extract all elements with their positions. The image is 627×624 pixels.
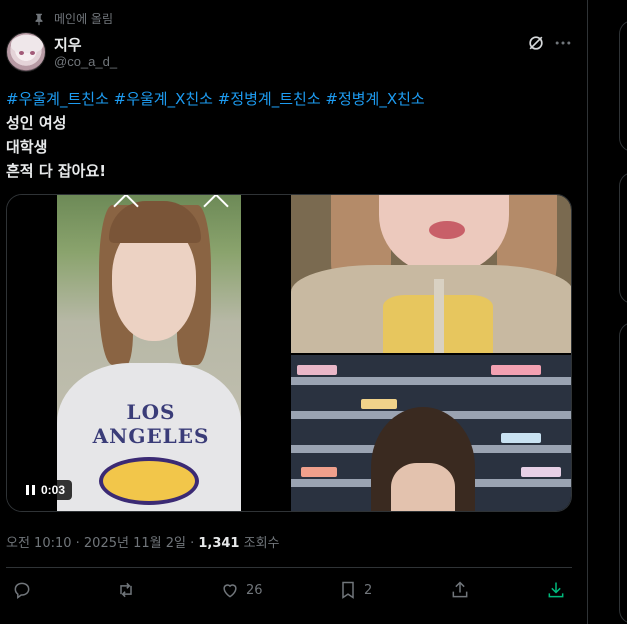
post-line-2: 대학생 <box>6 138 48 156</box>
like-button[interactable]: 26 <box>220 580 263 600</box>
download-button[interactable] <box>546 580 566 600</box>
video-duration: 0:03 <box>41 483 66 497</box>
hoodie-print: LOS ANGELES <box>92 400 210 448</box>
heart-icon[interactable] <box>220 580 240 600</box>
reply-icon[interactable] <box>12 580 32 600</box>
view-count: 1,341 <box>198 536 240 551</box>
sidebar-card[interactable] <box>619 172 627 304</box>
action-bar: 26 2 <box>0 580 588 604</box>
post-line-1: 성인 여성 <box>6 114 67 132</box>
pinned-indicator: 메인에 올림 <box>32 10 113 27</box>
author-handle[interactable]: @co_a_d_ <box>54 54 117 69</box>
like-count: 26 <box>246 582 263 598</box>
sidebar-card[interactable] <box>619 322 627 624</box>
post-line-3: 흔적 다 잡아요! <box>6 162 107 180</box>
pinned-label: 메인에 올림 <box>54 12 114 26</box>
reply-button[interactable] <box>12 580 38 600</box>
avatar[interactable] <box>6 32 46 72</box>
repost-button[interactable] <box>116 580 142 600</box>
post-timestamp[interactable]: 오전 10:10 · 2025년 11월 2일 · <box>6 536 198 551</box>
bookmark-count: 2 <box>364 582 373 598</box>
video-tile[interactable]: LOS ANGELES 0:03 <box>7 195 289 511</box>
media-grid[interactable]: LOS ANGELES 0:03 <box>6 194 572 512</box>
sidebar-card[interactable] <box>619 20 627 152</box>
pause-icon[interactable] <box>26 485 35 495</box>
divider <box>6 567 572 568</box>
video-duration-badge[interactable]: 0:03 <box>19 480 73 500</box>
right-sidebar <box>589 0 627 624</box>
video-frame: LOS ANGELES <box>57 195 241 511</box>
more-options-icon[interactable] <box>553 33 573 53</box>
pin-icon <box>35 13 43 25</box>
post-column: 메인에 올림 지우 @co_a_d_ #우울계_트친소 #우울계_X친소 #정병… <box>0 0 588 624</box>
repost-icon[interactable] <box>116 580 136 600</box>
download-icon[interactable] <box>546 580 566 600</box>
share-icon[interactable] <box>450 580 470 600</box>
bookmark-button[interactable]: 2 <box>338 580 372 600</box>
photo-tile-top-right[interactable] <box>291 195 571 353</box>
share-button[interactable] <box>450 580 470 600</box>
post-hashtags[interactable]: #우울계_트친소 #우울계_X친소 #정병계_트친소 #정병계_X친소 <box>6 88 425 109</box>
post-meta: 오전 10:10 · 2025년 11월 2일 · 1,341 조회수 <box>6 532 280 551</box>
bookmark-icon[interactable] <box>338 580 358 600</box>
grok-icon[interactable] <box>526 33 546 53</box>
author-name[interactable]: 지우 <box>54 34 82 55</box>
view-label: 조회수 <box>239 536 280 551</box>
photo-tile-bottom-right[interactable] <box>291 355 571 511</box>
